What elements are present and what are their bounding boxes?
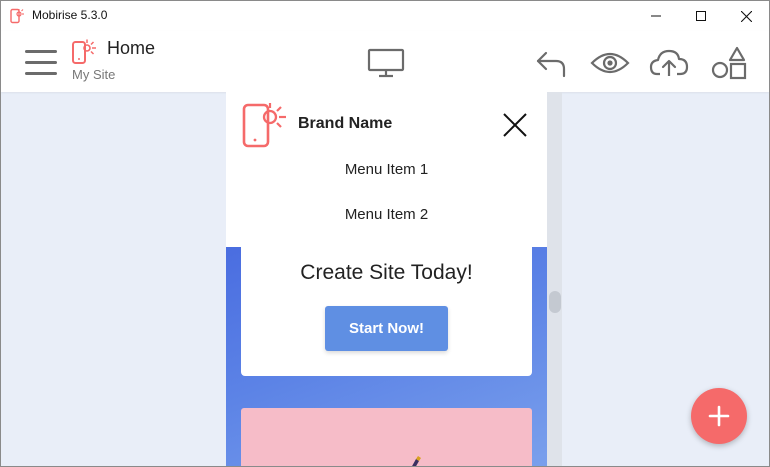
main-toolbar: Home My Site [1, 31, 769, 92]
blocks-button[interactable] [709, 43, 749, 83]
window-close-button[interactable] [723, 1, 769, 31]
page-icon[interactable] [70, 37, 100, 67]
mobile-preview: Brand Name Menu Item 1 Menu Item 2 Creat… [226, 92, 547, 466]
maximize-button[interactable] [678, 1, 724, 31]
preview-scrollbar[interactable] [547, 92, 562, 466]
app-window: Mobirise 5.3.0 Home My Site Brand Name M… [0, 0, 770, 467]
cloud-upload-icon [649, 49, 689, 76]
app-logo-icon [10, 8, 24, 24]
maximize-icon [696, 11, 706, 21]
title-bar: Mobirise 5.3.0 [1, 1, 769, 31]
menu-item-2[interactable]: Menu Item 2 [226, 206, 547, 223]
page-title[interactable]: Home [107, 38, 155, 59]
menu-item-1[interactable]: Menu Item 1 [226, 161, 547, 178]
undo-button[interactable] [531, 43, 571, 83]
window-title: Mobirise 5.3.0 [32, 8, 108, 22]
image-block[interactable] [241, 408, 532, 466]
brand-logo-icon[interactable] [242, 101, 290, 149]
site-name[interactable]: My Site [72, 67, 115, 82]
pencil-icon [412, 456, 421, 466]
undo-icon [536, 51, 566, 78]
desktop-icon [367, 48, 405, 78]
eye-icon [590, 52, 630, 74]
close-icon[interactable] [502, 112, 528, 138]
menu-icon[interactable] [25, 48, 59, 76]
preview-button[interactable] [590, 43, 630, 83]
window-close-icon [740, 10, 752, 22]
minimize-icon [651, 15, 661, 17]
scrollbar-thumb[interactable] [549, 291, 561, 313]
start-now-button[interactable]: Start Now! [325, 306, 448, 351]
hero-card: Create Site Today! Start Now! [241, 247, 532, 376]
plus-icon [708, 405, 730, 427]
brand-name[interactable]: Brand Name [298, 115, 392, 133]
mobile-menu-panel: Brand Name Menu Item 1 Menu Item 2 [226, 92, 547, 247]
desktop-view-button[interactable] [366, 43, 406, 83]
minimize-button[interactable] [633, 1, 679, 31]
publish-button[interactable] [649, 43, 689, 83]
add-block-button[interactable] [691, 388, 747, 444]
hero-title[interactable]: Create Site Today! [241, 261, 532, 285]
shapes-icon [711, 46, 747, 80]
